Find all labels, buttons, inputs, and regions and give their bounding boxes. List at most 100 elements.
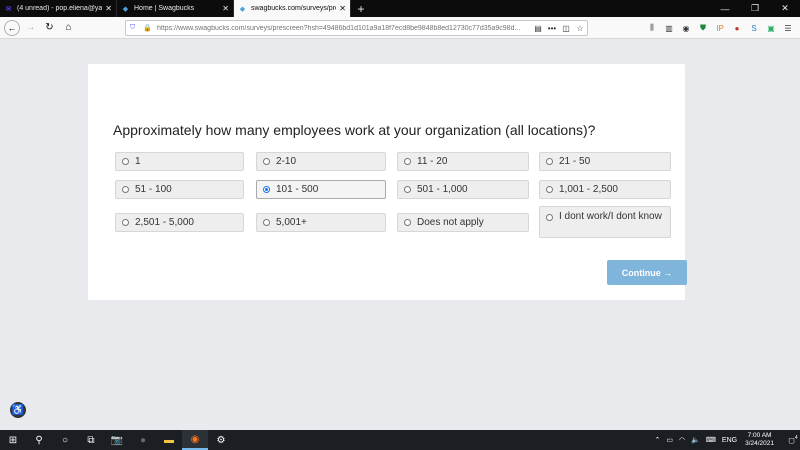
extension-red-icon[interactable]: ● — [729, 24, 745, 33]
bookmark-star-icon[interactable]: ☆ — [573, 24, 587, 33]
radio-dot — [265, 188, 268, 191]
home-icon[interactable]: ⌂ — [60, 19, 77, 36]
extension-shield-icon[interactable]: ⛊ — [695, 23, 711, 33]
option-5001-plus[interactable]: 5,001+ — [256, 213, 386, 232]
close-tab-icon[interactable]: ✕ — [339, 4, 346, 13]
option-11-20[interactable]: 11 - 20 — [397, 152, 529, 171]
tab-title: swagbucks.com/surveys/prescr... — [251, 5, 336, 12]
maximize-icon[interactable]: ❐ — [740, 0, 770, 17]
library-icon[interactable]: ⫼ — [644, 23, 660, 33]
option-501-1000[interactable]: 501 - 1,000 — [397, 180, 529, 199]
option-does-not-apply[interactable]: Does not apply — [397, 213, 529, 232]
radio-button[interactable] — [546, 186, 553, 193]
option-label: 501 - 1,000 — [417, 183, 468, 195]
radio-button-selected[interactable] — [263, 186, 270, 193]
option-label: 2,501 - 5,000 — [135, 216, 194, 228]
accessibility-icon[interactable]: ♿ — [10, 402, 26, 418]
option-dont-work-dont-know[interactable]: I dont work/I dont know — [539, 206, 671, 238]
survey-question: Approximately how many employees work at… — [113, 122, 596, 138]
task-view-icon[interactable]: ⧉ — [78, 430, 104, 450]
radio-button[interactable] — [263, 158, 270, 165]
option-1001-2500[interactable]: 1,001 - 2,500 — [539, 180, 671, 199]
swagbucks-icon: ◆ — [122, 5, 129, 13]
close-tab-icon[interactable]: ✕ — [222, 4, 229, 13]
option-51-100[interactable]: 51 - 100 — [115, 180, 244, 199]
tab-title: (4 unread) - pop.eliena@yahoo... — [17, 5, 103, 12]
close-window-icon[interactable]: ✕ — [770, 0, 800, 17]
extension-ip-icon[interactable]: IP — [712, 24, 728, 33]
option-label: Does not apply — [417, 216, 484, 228]
navigation-bar: ← → ↻ ⌂ ⛉ 🔒 https://www.swagbucks.com/su… — [0, 17, 800, 39]
survey-card: Approximately how many employees work at… — [88, 64, 687, 300]
menu-icon[interactable]: ☰ — [780, 24, 796, 33]
option-label: 1,001 - 2,500 — [559, 183, 618, 195]
swagbucks-icon: ◆ — [239, 5, 246, 13]
app-dark-icon[interactable]: ● — [130, 430, 156, 450]
close-tab-icon[interactable]: ✕ — [105, 4, 112, 13]
reader-view-icon[interactable]: ▤ — [531, 24, 545, 33]
lock-icon[interactable]: 🔒 — [143, 24, 153, 32]
radio-button[interactable] — [122, 186, 129, 193]
account-icon[interactable]: ◉ — [678, 24, 694, 33]
clock[interactable]: 7:00 AM 3/24/2021 — [745, 432, 774, 448]
settings-icon[interactable]: ⚙ — [208, 430, 234, 450]
extension-badge-icon[interactable]: ▣ — [763, 24, 779, 33]
shield-icon[interactable]: ⛉ — [130, 24, 140, 32]
forward-icon[interactable]: → — [22, 19, 39, 36]
option-label: 51 - 100 — [135, 183, 172, 195]
address-bar[interactable]: ⛉ 🔒 https://www.swagbucks.com/surveys/pr… — [125, 20, 588, 36]
page-actions-icon[interactable]: ••• — [545, 24, 559, 33]
network-icon[interactable]: ▭ — [666, 436, 673, 444]
page-content: Approximately how many employees work at… — [0, 40, 800, 430]
firefox-icon[interactable]: ◉ — [182, 430, 208, 450]
tab-yahoo-mail[interactable]: ✉ (4 unread) - pop.eliena@yahoo... ✕ — [0, 0, 117, 17]
tab-swagbucks-home[interactable]: ◆ Home | Swagbucks ✕ — [117, 0, 234, 17]
taskbar: ⊞ ⚲ ○ ⧉ 📷 ● ▬ ◉ ⚙ ⌃ ▭ ◠ 🔈 ⌨ ENG 7:00 AM … — [0, 430, 800, 450]
toolbar-icons: ⫼ ▥ ◉ ⛊ IP ● S ▣ ☰ — [643, 20, 796, 36]
tab-title: Home | Swagbucks — [134, 5, 195, 12]
windows-start-icon[interactable]: ⊞ — [0, 430, 26, 450]
clock-time: 7:00 AM — [747, 432, 772, 439]
option-1[interactable]: 1 — [115, 152, 244, 171]
minimize-icon[interactable]: — — [710, 0, 740, 17]
radio-button[interactable] — [404, 219, 411, 226]
radio-button[interactable] — [404, 186, 411, 193]
camera-app-icon[interactable]: 📷 — [104, 430, 130, 450]
radio-button[interactable] — [122, 158, 129, 165]
radio-button[interactable] — [546, 158, 553, 165]
option-label: 1 — [135, 155, 141, 167]
pocket-icon[interactable]: ◫ — [559, 24, 573, 33]
tab-swagbucks-survey[interactable]: ◆ swagbucks.com/surveys/prescr... ✕ — [234, 0, 351, 17]
notification-icon[interactable]: ▢4 — [786, 435, 800, 444]
extension-s-icon[interactable]: S — [746, 24, 762, 33]
option-2501-5000[interactable]: 2,501 - 5,000 — [115, 213, 244, 232]
option-101-500[interactable]: 101 - 500 — [256, 180, 386, 199]
keyboard-icon[interactable]: ⌨ — [706, 436, 716, 444]
radio-button[interactable] — [404, 158, 411, 165]
back-icon[interactable]: ← — [4, 19, 20, 36]
option-21-50[interactable]: 21 - 50 — [539, 152, 671, 171]
radio-button[interactable] — [546, 214, 553, 221]
radio-button[interactable] — [263, 219, 270, 226]
radio-button[interactable] — [122, 219, 129, 226]
continue-button[interactable]: Continue → — [607, 260, 687, 285]
new-tab-button[interactable]: + — [351, 0, 371, 17]
url-text[interactable]: https://www.swagbucks.com/surveys/prescr… — [157, 25, 531, 32]
yahoo-mail-icon: ✉ — [5, 5, 12, 13]
cortana-icon[interactable]: ○ — [52, 430, 78, 450]
option-2-10[interactable]: 2-10 — [256, 152, 386, 171]
tab-bar: ✉ (4 unread) - pop.eliena@yahoo... ✕ ◆ H… — [0, 0, 800, 17]
file-explorer-icon[interactable]: ▬ — [156, 430, 182, 450]
search-icon[interactable]: ⚲ — [26, 430, 52, 450]
system-tray: ⌃ ▭ ◠ 🔈 ⌨ ENG 7:00 AM 3/24/2021 ▢4 — [648, 430, 800, 450]
volume-icon[interactable]: 🔈 — [691, 436, 700, 444]
option-label: 21 - 50 — [559, 155, 591, 167]
notification-count: 4 — [794, 435, 798, 442]
reload-icon[interactable]: ↻ — [41, 19, 58, 36]
option-label: 101 - 500 — [276, 183, 319, 195]
chevron-up-icon[interactable]: ⌃ — [654, 436, 660, 444]
option-label: I dont work/I dont know — [559, 211, 662, 222]
sidebar-icon[interactable]: ▥ — [661, 24, 677, 33]
wifi-icon[interactable]: ◠ — [679, 436, 685, 444]
language-indicator[interactable]: ENG — [722, 437, 737, 444]
